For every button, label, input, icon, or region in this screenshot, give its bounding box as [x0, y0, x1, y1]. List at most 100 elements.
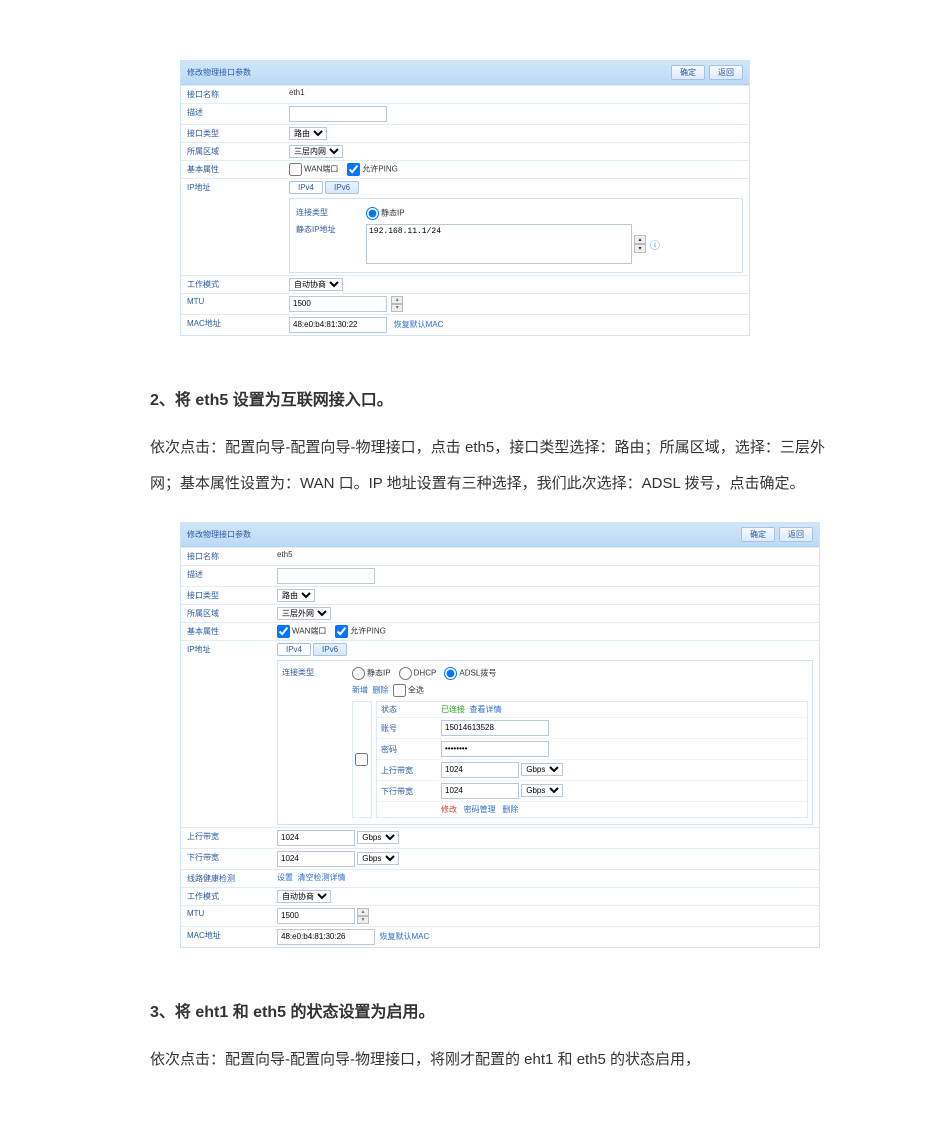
adsl-down-input[interactable] — [441, 783, 519, 799]
wan-checkbox[interactable] — [289, 163, 302, 176]
adsl-password-input[interactable] — [441, 741, 549, 757]
reset-mac-link[interactable]: 恢复默认MAC — [394, 320, 444, 329]
op-new[interactable]: 新增 — [352, 686, 368, 695]
mtu-spinner[interactable]: ▴▾ — [391, 296, 403, 312]
static-ip-textarea[interactable]: 192.168.11.1/24 — [366, 224, 632, 264]
label-description: 描述 — [181, 104, 283, 124]
label-mac: MAC地址 — [181, 927, 271, 947]
help-icon[interactable]: ⓘ — [650, 237, 660, 252]
panel-title: 修改物理接口参数 — [187, 67, 667, 78]
tab-ipv6[interactable]: IPv6 — [325, 181, 359, 194]
ip-subpanel: 连接类型 静态IP 静态IP地址 192.168.11.1/24 ▴ ▾ ⓘ — [289, 198, 743, 273]
label-conn-type: 连接类型 — [296, 207, 366, 218]
adsl-password-label: 密码 — [381, 744, 441, 755]
health-clear-link[interactable]: 清空检测详情 — [297, 873, 345, 882]
work-mode-select[interactable]: 自动协商 — [289, 278, 343, 291]
label-health: 线路健康检测 — [181, 870, 271, 887]
label-interface-name: 接口名称 — [181, 548, 271, 565]
ping-label: 允许PING — [362, 165, 398, 174]
back-button[interactable]: 返回 — [779, 527, 813, 542]
description-input[interactable] — [277, 568, 375, 584]
label-conn-type: 连接类型 — [282, 667, 352, 678]
radio-adsl[interactable] — [444, 667, 457, 680]
adsl-down-label: 下行带宽 — [381, 786, 441, 797]
panel-header: 修改物理接口参数 确定 返回 — [181, 61, 749, 85]
adsl-up-label: 上行带宽 — [381, 765, 441, 776]
label-down-bw: 下行带宽 — [181, 849, 271, 869]
zone-select[interactable]: 三层内网 — [289, 145, 343, 158]
tab-ipv4[interactable]: IPv4 — [277, 643, 311, 656]
mtu-spinner[interactable]: ▴▾ — [357, 908, 369, 924]
down-bw-input[interactable] — [277, 851, 355, 867]
wan-checkbox[interactable] — [277, 625, 290, 638]
tab-ipv6[interactable]: IPv6 — [313, 643, 347, 656]
radio-static-ip-label: 静态IP — [367, 669, 390, 678]
label-mtu: MTU — [181, 906, 271, 926]
work-mode-select[interactable]: 自动协商 — [277, 890, 331, 903]
radio-dhcp-label: DHCP — [414, 669, 437, 678]
label-zone: 所属区域 — [181, 143, 283, 160]
radio-static-ip-label: 静态IP — [381, 209, 405, 218]
radio-static-ip[interactable] — [352, 667, 365, 680]
ping-label: 允许PING — [350, 627, 386, 636]
label-interface-type: 接口类型 — [181, 587, 271, 604]
adsl-status-detail-link[interactable]: 查看详情 — [469, 705, 501, 714]
label-work-mode: 工作模式 — [181, 276, 283, 293]
interface-type-select[interactable]: 路由 — [277, 589, 315, 602]
label-ip: IP地址 — [181, 641, 271, 827]
mtu-input[interactable] — [277, 908, 355, 924]
label-mtu: MTU — [181, 294, 283, 314]
adsl-action-password[interactable]: 密码管理 — [464, 805, 496, 814]
adsl-account-input[interactable] — [441, 720, 549, 736]
label-interface-type: 接口类型 — [181, 125, 283, 142]
adsl-up-unit[interactable]: Gbps — [521, 763, 563, 776]
radio-static-ip[interactable] — [366, 207, 379, 220]
back-button[interactable]: 返回 — [709, 65, 743, 80]
ping-checkbox[interactable] — [347, 163, 360, 176]
adsl-up-input[interactable] — [441, 762, 519, 778]
adsl-status-label: 状态 — [381, 704, 441, 715]
value-interface-name: eth1 — [283, 86, 749, 103]
eth5-config-panel: 修改物理接口参数 确定 返回 接口名称eth5 描述 接口类型路由 所属区域三层… — [180, 522, 820, 948]
ip-subpanel: 连接类型 静态IP DHCP ADSL拨号 新增 删除 全选 — [277, 660, 813, 825]
tab-ipv4[interactable]: IPv4 — [289, 181, 323, 194]
zone-select[interactable]: 三层外网 — [277, 607, 331, 620]
health-set-link[interactable]: 设置 — [277, 873, 293, 882]
label-interface-name: 接口名称 — [181, 86, 283, 103]
label-static-ip: 静态IP地址 — [296, 224, 366, 235]
label-basic-attr: 基本属性 — [181, 623, 271, 640]
reset-mac-link[interactable]: 恢复默认MAC — [379, 932, 429, 941]
adsl-account-label: 账号 — [381, 723, 441, 734]
up-bw-input[interactable] — [277, 830, 355, 846]
heading-step-2: 2、将 eth5 设置为互联网接入口。 — [150, 386, 825, 410]
adsl-status-value: 已连接 — [441, 705, 465, 714]
paragraph-step-3: 依次点击：配置向导-配置向导-物理接口，将刚才配置的 eht1 和 eth5 的… — [150, 1042, 825, 1078]
op-delete[interactable]: 删除 — [372, 686, 388, 695]
up-bw-unit[interactable]: Gbps — [357, 831, 399, 844]
mac-input[interactable] — [289, 317, 387, 333]
adsl-action-delete[interactable]: 删除 — [502, 805, 518, 814]
op-selectall: 全选 — [408, 686, 424, 695]
adsl-down-unit[interactable]: Gbps — [521, 784, 563, 797]
adsl-action-edit[interactable]: 修改 — [441, 805, 457, 814]
eth1-config-panel: 修改物理接口参数 确定 返回 接口名称eth1 描述 接口类型路由 所属区域三层… — [180, 60, 750, 336]
ping-checkbox[interactable] — [335, 625, 348, 638]
label-basic-attr: 基本属性 — [181, 161, 283, 178]
label-mac: MAC地址 — [181, 315, 283, 335]
heading-step-3: 3、将 eht1 和 eth5 的状态设置为启用。 — [150, 998, 825, 1022]
value-interface-name: eth5 — [271, 548, 819, 565]
panel-title: 修改物理接口参数 — [187, 529, 737, 540]
label-ip: IP地址 — [181, 179, 283, 275]
adsl-row-checkbox[interactable] — [355, 753, 368, 766]
ok-button[interactable]: 确定 — [741, 527, 775, 542]
op-selectall-checkbox[interactable] — [393, 684, 406, 697]
paragraph-step-2: 依次点击：配置向导-配置向导-物理接口，点击 eth5，接口类型选择：路由；所属… — [150, 430, 825, 502]
description-input[interactable] — [289, 106, 387, 122]
label-up-bw: 上行带宽 — [181, 828, 271, 848]
down-bw-unit[interactable]: Gbps — [357, 852, 399, 865]
radio-dhcp[interactable] — [399, 667, 412, 680]
mac-input[interactable] — [277, 929, 375, 945]
interface-type-select[interactable]: 路由 — [289, 127, 327, 140]
ok-button[interactable]: 确定 — [671, 65, 705, 80]
mtu-input[interactable] — [289, 296, 387, 312]
